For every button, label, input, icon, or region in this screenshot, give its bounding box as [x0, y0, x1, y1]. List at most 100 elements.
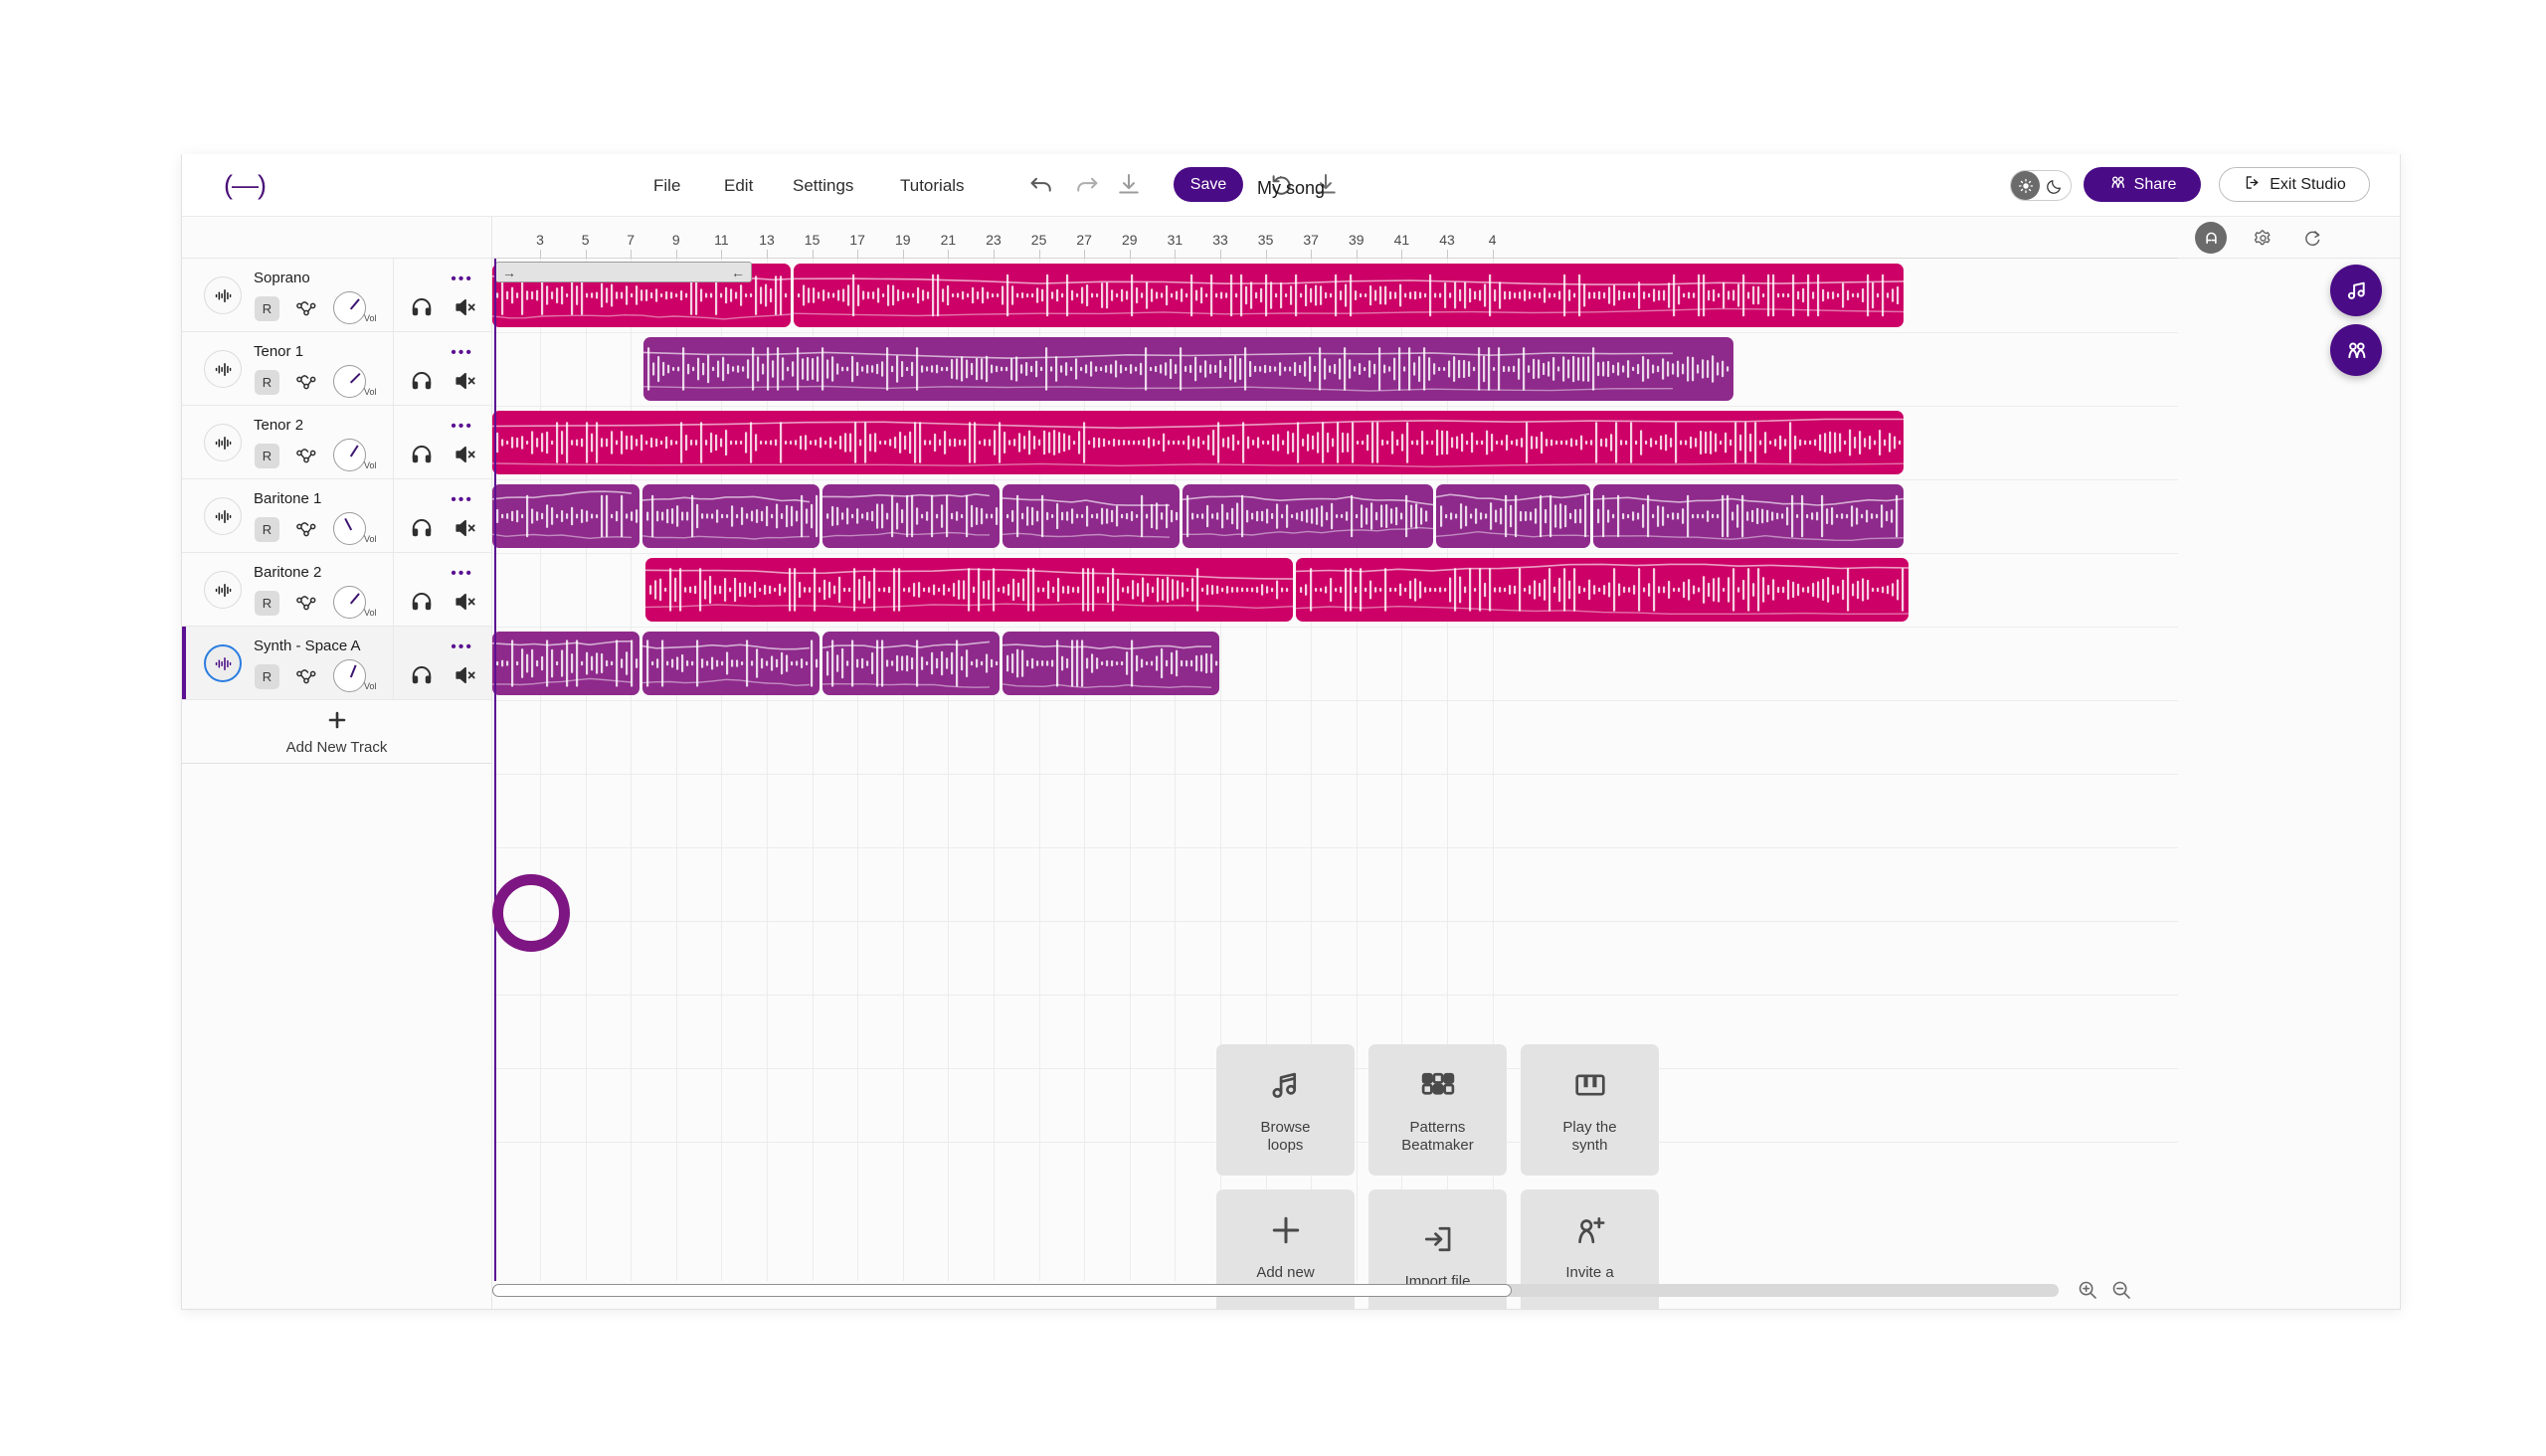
track-options-button[interactable]: ••• [451, 566, 473, 582]
track-row[interactable]: Synth - Space A R Vol ••• [182, 627, 491, 700]
track-row[interactable]: Baritone 2 R Vol ••• [182, 553, 491, 627]
quick-action-card[interactable]: Play the synth [1521, 1044, 1659, 1176]
track-row[interactable]: Tenor 2 R Vol ••• [182, 406, 491, 479]
volume-knob[interactable]: Vol [333, 291, 377, 327]
solo-headphones-icon[interactable] [409, 442, 435, 467]
zoom-in-icon[interactable] [2076, 1278, 2099, 1302]
theme-toggle[interactable] [2010, 170, 2072, 201]
solo-headphones-icon[interactable] [409, 515, 435, 541]
record-arm-button[interactable]: R [255, 444, 279, 468]
track-waveform-icon[interactable] [204, 276, 242, 314]
quick-action-card[interactable]: Browse loops [1216, 1044, 1355, 1176]
horizontal-scrollbar-thumb[interactable] [492, 1284, 1512, 1297]
audio-clip[interactable] [1436, 484, 1590, 548]
ruler-label: 7 [627, 232, 636, 248]
playhead[interactable] [494, 259, 496, 1281]
track-options-button[interactable]: ••• [451, 639, 473, 655]
zoom-out-icon[interactable] [2109, 1278, 2133, 1302]
track-waveform-icon[interactable] [204, 644, 242, 682]
audio-clip[interactable] [642, 632, 819, 695]
track-waveform-icon[interactable] [204, 497, 242, 535]
ruler-label: 31 [1167, 232, 1183, 248]
quick-action-card[interactable]: Patterns Beatmaker [1368, 1044, 1507, 1176]
track-divider [393, 627, 394, 699]
track-divider [393, 479, 394, 552]
track-row[interactable]: Baritone 1 R Vol ••• [182, 479, 491, 553]
studio-window: (—) File Edit Settings Tutorials Save My… [181, 154, 2401, 1310]
gear-icon[interactable] [2247, 222, 2278, 254]
automation-icon[interactable] [293, 591, 319, 617]
loop-icon[interactable] [2296, 222, 2328, 254]
audio-clip[interactable] [492, 411, 1904, 474]
audio-clip[interactable] [794, 264, 1904, 327]
automation-icon[interactable] [293, 664, 319, 690]
solo-headphones-icon[interactable] [409, 294, 435, 320]
automation-icon[interactable] [293, 296, 319, 322]
snap-magnet-icon[interactable] [2195, 222, 2227, 254]
volume-knob[interactable]: Vol [333, 586, 377, 622]
track-waveform-icon[interactable] [204, 571, 242, 609]
moon-icon [2040, 177, 2070, 195]
volume-knob[interactable]: Vol [333, 512, 377, 548]
arrange-timeline[interactable]: → ← Browse loops Patterns Beatmaker Play… [492, 259, 2400, 1309]
track-options-button[interactable]: ••• [451, 419, 473, 435]
audio-clip[interactable] [492, 632, 639, 695]
audio-clip[interactable] [822, 484, 1000, 548]
volume-knob[interactable]: Vol [333, 439, 377, 474]
audio-clip[interactable] [492, 484, 639, 548]
record-arm-button[interactable]: R [255, 591, 279, 616]
record-arm-button[interactable]: R [255, 296, 279, 321]
ruler-label: 29 [1122, 232, 1138, 248]
audio-clip[interactable] [1002, 632, 1219, 695]
import-arrow-icon [1419, 1220, 1457, 1263]
ruler-tick [1129, 250, 1131, 259]
track-options-button[interactable]: ••• [451, 492, 473, 508]
audio-clip[interactable] [1296, 558, 1909, 622]
mute-speaker-icon[interactable] [453, 294, 478, 320]
track-options-button[interactable]: ••• [451, 345, 473, 361]
volume-knob[interactable]: Vol [333, 659, 377, 695]
track-options-button[interactable]: ••• [451, 272, 473, 287]
ruler-label: 13 [759, 232, 775, 248]
record-arm-button[interactable]: R [255, 370, 279, 395]
track-row[interactable]: Tenor 1 R Vol ••• [182, 332, 491, 406]
audio-clip[interactable] [642, 484, 819, 548]
audio-clip[interactable] [643, 337, 1733, 401]
timeline-ruler[interactable]: 3 5 7 9 11 13 15 17 19 21 23 25 27 29 31 33 35 37 39 41 43 4 [492, 217, 2400, 259]
ruler-tick [1311, 250, 1313, 259]
automation-icon[interactable] [293, 517, 319, 543]
loop-start-handle[interactable]: → [502, 265, 516, 280]
exit-studio-button[interactable]: Exit Studio [2219, 167, 2370, 202]
fab-collaborators-button[interactable] [2330, 324, 2382, 376]
record-arm-button[interactable]: R [255, 664, 279, 689]
volume-knob[interactable]: Vol [333, 365, 377, 401]
loop-region-selector[interactable]: → ← [495, 262, 752, 282]
audio-clip[interactable] [1182, 484, 1433, 548]
track-row[interactable]: Soprano R Vol ••• [182, 259, 491, 332]
solo-headphones-icon[interactable] [409, 662, 435, 688]
automation-icon[interactable] [293, 444, 319, 469]
mute-speaker-icon[interactable] [453, 662, 478, 688]
mute-speaker-icon[interactable] [453, 368, 478, 394]
share-button[interactable]: Share [2084, 167, 2201, 202]
mute-speaker-icon[interactable] [453, 442, 478, 467]
ruler-label: 15 [804, 232, 820, 248]
track-waveform-icon[interactable] [204, 350, 242, 388]
audio-clip[interactable] [822, 632, 1000, 695]
solo-headphones-icon[interactable] [409, 368, 435, 394]
record-arm-button[interactable]: R [255, 517, 279, 542]
loop-end-handle[interactable]: ← [731, 265, 745, 280]
ruler-tick [540, 250, 541, 259]
automation-icon[interactable] [293, 370, 319, 396]
mute-speaker-icon[interactable] [453, 589, 478, 615]
track-waveform-icon[interactable] [204, 424, 242, 461]
audio-clip[interactable] [1593, 484, 1904, 548]
add-new-track-row[interactable]: Add New Track [182, 700, 491, 764]
ruler-tick [1220, 250, 1221, 259]
solo-headphones-icon[interactable] [409, 589, 435, 615]
mute-speaker-icon[interactable] [453, 515, 478, 541]
audio-clip[interactable] [645, 558, 1293, 622]
audio-clip[interactable] [1002, 484, 1180, 548]
fab-music-button[interactable] [2330, 265, 2382, 316]
horizontal-scrollbar[interactable] [492, 1284, 2059, 1297]
